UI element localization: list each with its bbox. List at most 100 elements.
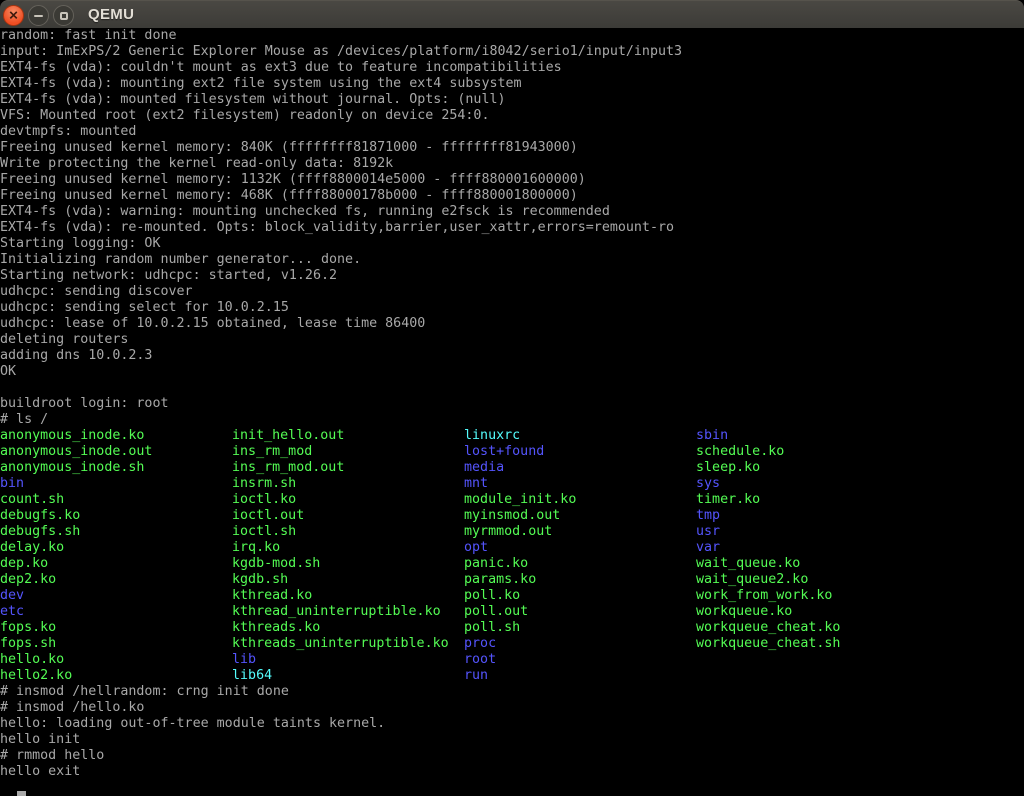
file-entry-exec: module_init.ko (464, 492, 696, 508)
file-entry-exec: debugfs.sh (0, 524, 232, 540)
ls-row: delay.koirq.kooptvar (0, 540, 1024, 556)
file-entry-exec: fops.sh (0, 636, 232, 652)
ls-row: count.shioctl.komodule_init.kotimer.ko (0, 492, 1024, 508)
ls-output: anonymous_inode.koinit_hello.outlinuxrcs… (0, 428, 1024, 684)
console-line: udhcpc: lease of 10.0.2.15 obtained, lea… (0, 316, 1024, 332)
file-entry-dir: proc (464, 636, 696, 652)
file-entry-exec: wait_queue.ko (696, 556, 800, 572)
console-line: # rmmod hello (0, 748, 1024, 764)
console-line: hello init (0, 732, 1024, 748)
console-line: Freeing unused kernel memory: 840K (ffff… (0, 140, 1024, 156)
console-line: EXT4-fs (vda): re-mounted. Opts: block_v… (0, 220, 1024, 236)
ls-row: anonymous_inode.outins_rm_modlost+founds… (0, 444, 1024, 460)
ls-row: fops.kokthreads.kopoll.shworkqueue_cheat… (0, 620, 1024, 636)
file-entry-dir: sys (696, 476, 720, 492)
console-line: EXT4-fs (vda): warning: mounting uncheck… (0, 204, 1024, 220)
file-entry-exec: ins_rm_mod (232, 444, 464, 460)
file-entry-exec: schedule.ko (696, 444, 784, 460)
file-entry-exec: poll.ko (464, 588, 696, 604)
file-entry-exec: myinsmod.out (464, 508, 696, 524)
close-button[interactable]: ✕ (3, 5, 24, 26)
console-line: hello: loading out-of-tree module taints… (0, 716, 1024, 732)
file-entry-exec: init_hello.out (232, 428, 464, 444)
file-entry-dir: lib (232, 652, 464, 668)
console-module-output: # insmod /hellrandom: crng init done# in… (0, 684, 1024, 780)
file-entry-exec: anonymous_inode.ko (0, 428, 232, 444)
file-entry-dir: var (696, 540, 720, 556)
file-entry-exec: kthreads_uninterruptible.ko (232, 636, 464, 652)
file-entry-dir: root (464, 652, 496, 668)
file-entry-exec: wait_queue2.ko (696, 572, 808, 588)
ls-row: devkthread.kopoll.kowork_from_work.ko (0, 588, 1024, 604)
file-entry-exec: ioctl.ko (232, 492, 464, 508)
file-entry-link: lib64 (232, 668, 464, 684)
console-line: hello exit (0, 764, 1024, 780)
console-line: OK (0, 364, 1024, 380)
file-entry-exec: kthread_uninterruptible.ko (232, 604, 464, 620)
file-entry-exec: kthreads.ko (232, 620, 464, 636)
file-entry-link: linuxrc (464, 428, 696, 444)
maximize-button[interactable] (53, 5, 74, 26)
ls-row: debugfs.shioctl.shmyrmmod.outusr (0, 524, 1024, 540)
file-entry-dir: bin (0, 476, 232, 492)
file-entry-dir: usr (696, 524, 720, 540)
file-entry-exec: panic.ko (464, 556, 696, 572)
file-entry-exec: poll.out (464, 604, 696, 620)
file-entry-exec: kgdb-mod.sh (232, 556, 464, 572)
file-entry-exec: work_from_work.ko (696, 588, 832, 604)
file-entry-exec: ioctl.out (232, 508, 464, 524)
file-entry-exec: workqueue_cheat.sh (696, 636, 840, 652)
file-entry-exec: poll.sh (464, 620, 696, 636)
console-line: EXT4-fs (vda): mounted filesystem withou… (0, 92, 1024, 108)
file-entry-dir: opt (464, 540, 696, 556)
ls-row: hello.kolibroot (0, 652, 1024, 668)
console-boot-output: random: fast init doneinput: ImExPS/2 Ge… (0, 28, 1024, 428)
console-line: VFS: Mounted root (ext2 filesystem) read… (0, 108, 1024, 124)
file-entry-dir: mnt (464, 476, 696, 492)
console-line: Initializing random number generator... … (0, 252, 1024, 268)
window-title: QEMU (88, 1, 134, 29)
minimize-icon (34, 15, 43, 17)
file-entry-exec: ins_rm_mod.out (232, 460, 464, 476)
console-line: Freeing unused kernel memory: 468K (ffff… (0, 188, 1024, 204)
ls-row: bininsrm.shmntsys (0, 476, 1024, 492)
file-entry-dir: sbin (696, 428, 728, 444)
ls-row: hello2.kolib64run (0, 668, 1024, 684)
file-entry-exec: hello.ko (0, 652, 232, 668)
console-line: deleting routers (0, 332, 1024, 348)
text-cursor (17, 791, 26, 796)
console-line: EXT4-fs (vda): mounting ext2 file system… (0, 76, 1024, 92)
file-entry-exec: fops.ko (0, 620, 232, 636)
ls-row: anonymous_inode.koinit_hello.outlinuxrcs… (0, 428, 1024, 444)
console-line: udhcpc: sending discover (0, 284, 1024, 300)
file-entry-dir: tmp (696, 508, 720, 524)
file-entry-dir: lost+found (464, 444, 696, 460)
ls-row: dep.kokgdb-mod.shpanic.kowait_queue.ko (0, 556, 1024, 572)
file-entry-exec: anonymous_inode.sh (0, 460, 232, 476)
prompt-line[interactable]: # (0, 780, 1024, 796)
file-entry-exec: sleep.ko (696, 460, 760, 476)
console-line: input: ImExPS/2 Generic Explorer Mouse a… (0, 44, 1024, 60)
console-line: Write protecting the kernel read-only da… (0, 156, 1024, 172)
console-line: # insmod /hellrandom: crng init done (0, 684, 1024, 700)
file-entry-exec: irq.ko (232, 540, 464, 556)
console-line: # ls / (0, 412, 1024, 428)
console-line: Starting logging: OK (0, 236, 1024, 252)
close-icon: ✕ (8, 9, 18, 21)
ls-row: debugfs.koioctl.outmyinsmod.outtmp (0, 508, 1024, 524)
ls-row: fops.shkthreads_uninterruptible.koprocwo… (0, 636, 1024, 652)
terminal-screen[interactable]: random: fast init doneinput: ImExPS/2 Ge… (0, 28, 1024, 796)
console-line (0, 380, 1024, 396)
console-line: EXT4-fs (vda): couldn't mount as ext3 du… (0, 60, 1024, 76)
titlebar[interactable]: ✕ QEMU (0, 0, 1024, 28)
console-line: # insmod /hello.ko (0, 700, 1024, 716)
file-entry-exec: insrm.sh (232, 476, 464, 492)
file-entry-dir: etc (0, 604, 232, 620)
console-line: udhcpc: sending select for 10.0.2.15 (0, 300, 1024, 316)
file-entry-exec: hello2.ko (0, 668, 232, 684)
minimize-button[interactable] (28, 5, 49, 26)
file-entry-dir: run (464, 668, 488, 684)
qemu-window: ✕ QEMU random: fast init doneinput: ImEx… (0, 0, 1024, 796)
file-entry-dir: dev (0, 588, 232, 604)
ls-row: anonymous_inode.shins_rm_mod.outmediasle… (0, 460, 1024, 476)
